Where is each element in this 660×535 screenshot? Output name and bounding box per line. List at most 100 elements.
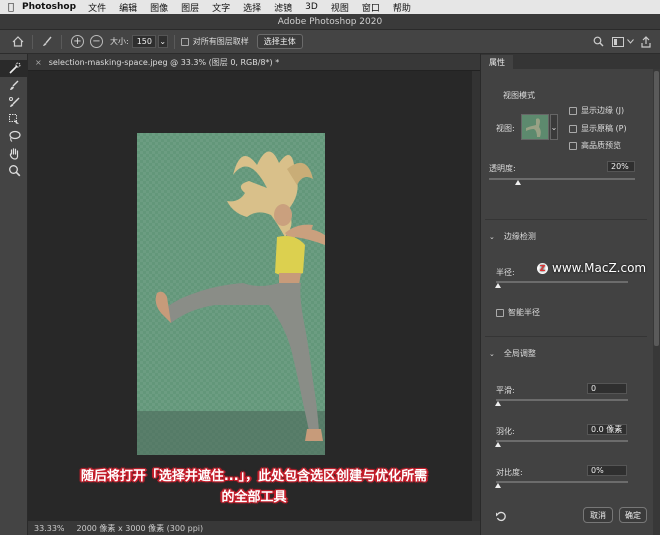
hand-tool[interactable] (0, 145, 28, 162)
menu-filter[interactable]: 滤镜 (274, 1, 292, 14)
smooth-slider-thumb[interactable] (495, 401, 501, 406)
hq-preview-row[interactable]: 高品质预览 (569, 140, 621, 151)
properties-panel: 属性 视图模式 视图: ⌄ 显示边缘 (J) 显示原稿 (P) 高品质预览 透明… (480, 54, 660, 535)
menu-edit[interactable]: 编辑 (119, 1, 137, 14)
show-original-checkbox[interactable] (569, 124, 577, 133)
panel-scrollbar-thumb[interactable] (654, 71, 659, 346)
refine-edge-brush-tool[interactable] (0, 77, 28, 94)
feather-slider-thumb[interactable] (495, 442, 501, 447)
show-original-row[interactable]: 显示原稿 (P) (569, 123, 627, 134)
document-info: 2000 像素 x 3000 像素 (300 ppi) (76, 523, 204, 533)
share-icon[interactable] (638, 34, 654, 50)
opacity-slider[interactable] (489, 178, 635, 180)
radius-slider[interactable] (496, 281, 628, 283)
smart-radius-row[interactable]: 智能半径 (496, 307, 540, 318)
menu-3d[interactable]: 3D (305, 2, 318, 12)
brush-size-field[interactable]: 150 (131, 35, 156, 48)
feather-slider[interactable] (496, 440, 628, 442)
menu-image[interactable]: 图像 (150, 1, 168, 14)
workspace-icon[interactable] (610, 34, 626, 50)
menu-file[interactable]: 文件 (88, 1, 106, 14)
panel-scrollbar[interactable] (653, 69, 660, 535)
smooth-label: 平滑: (496, 386, 515, 395)
show-edge-row[interactable]: 显示边缘 (J) (569, 105, 624, 116)
quick-selection-tool[interactable] (0, 60, 28, 77)
feather-label: 羽化: (496, 427, 515, 436)
chevron-down-icon[interactable]: ⌄ (489, 233, 495, 241)
document-tab[interactable]: × selection-masking-space.jpeg @ 33.3% (… (28, 54, 480, 71)
watermark-logo-icon: Z (537, 262, 548, 274)
menu-select[interactable]: 选择 (243, 1, 261, 14)
contrast-label: 对比度: (496, 468, 523, 477)
lasso-icon (8, 130, 21, 142)
contrast-field[interactable]: 0% (587, 465, 627, 476)
menu-view[interactable]: 视图 (331, 1, 349, 14)
document-image[interactable] (137, 133, 325, 455)
menu-layer[interactable]: 图层 (181, 1, 199, 14)
tutorial-caption: 随后将打开「选择并遮住...」，此处包含选区创建与优化所需 的全部工具 (28, 466, 480, 508)
subtract-from-selection-button[interactable]: − (90, 35, 103, 48)
cancel-button[interactable]: 取消 (583, 507, 613, 523)
menu-window[interactable]: 窗口 (362, 1, 380, 14)
show-edge-checkbox[interactable] (569, 106, 577, 115)
chevron-down-icon[interactable]: ⌄ (550, 114, 558, 140)
menu-app-name[interactable]: Photoshop (22, 2, 76, 12)
apple-icon[interactable]:  (0, 2, 22, 13)
search-icon[interactable] (590, 34, 606, 50)
smooth-field[interactable]: 0 (587, 383, 627, 394)
caption-line-1: 随后将打开「选择并遮住...」，此处包含选区创建与优化所需 (80, 469, 428, 484)
contrast-slider-thumb[interactable] (495, 483, 501, 488)
opacity-slider-thumb[interactable] (515, 180, 522, 185)
zoom-tool[interactable] (0, 162, 28, 179)
opacity-field[interactable]: 20% (607, 161, 635, 172)
chevron-down-icon[interactable]: ⌄ (157, 35, 168, 48)
menu-help[interactable]: 帮助 (393, 1, 411, 14)
hand-icon (9, 148, 18, 160)
edge-detection-header[interactable]: ⌄ 边缘检测 (489, 231, 536, 242)
chevron-down-icon[interactable] (626, 34, 634, 50)
sample-all-layers-checkbox[interactable] (180, 37, 189, 46)
smart-radius-checkbox[interactable] (496, 308, 504, 317)
hq-preview-checkbox[interactable] (569, 141, 577, 150)
object-selection-tool[interactable] (0, 111, 28, 128)
caption-line-2: 的全部工具 (221, 490, 287, 505)
contrast-slider[interactable] (496, 481, 628, 483)
brush-tool[interactable] (0, 94, 28, 111)
ok-button[interactable]: 确定 (619, 507, 647, 523)
close-tab-icon[interactable]: × (35, 58, 42, 67)
divider (173, 34, 175, 49)
chevron-down-icon[interactable]: ⌄ (489, 350, 495, 358)
select-subject-button[interactable]: 选择主体 (256, 34, 303, 49)
divider (61, 34, 62, 49)
opacity-label: 透明度: (489, 164, 516, 173)
zoom-icon (8, 165, 20, 177)
tab-properties[interactable]: 属性 (481, 55, 513, 69)
zoom-level[interactable]: 33.33% (34, 524, 65, 533)
add-to-selection-button[interactable]: + (71, 35, 84, 48)
menu-bar:  Photoshop 文件 编辑 图像 图层 文字 选择 滤镜 3D 视图 窗… (0, 0, 660, 14)
sample-all-layers-label: 对所有图层取样 (192, 37, 249, 46)
show-edge-label: 显示边缘 (J) (581, 106, 625, 115)
reset-icon[interactable] (495, 510, 507, 525)
radius-slider-thumb[interactable] (495, 283, 501, 288)
show-original-label: 显示原稿 (P) (581, 124, 627, 133)
global-refinements-header[interactable]: ⌄ 全局调整 (489, 348, 536, 359)
brush-tool-icon[interactable] (39, 34, 55, 50)
smart-radius-label: 智能半径 (508, 308, 540, 317)
smooth-slider[interactable] (496, 399, 628, 401)
canvas-scrollbar[interactable] (472, 71, 480, 521)
dancer-figure (137, 151, 325, 455)
radius-label: 半径: (496, 268, 515, 277)
home-icon[interactable] (10, 34, 26, 50)
view-mode-thumbnail[interactable] (521, 114, 549, 140)
lasso-tool[interactable] (0, 128, 28, 145)
feather-field[interactable]: 0.0 像素 (587, 424, 627, 435)
hq-preview-label: 高品质预览 (581, 141, 621, 150)
global-refinements-title: 全局调整 (503, 349, 536, 358)
brush-size-label: 大小: (110, 37, 129, 46)
view-label: 视图: (496, 124, 515, 133)
divider (485, 219, 647, 220)
edge-detection-title: 边缘检测 (503, 232, 536, 241)
panel-tab-bar: 属性 (481, 54, 660, 69)
menu-type[interactable]: 文字 (212, 1, 230, 14)
